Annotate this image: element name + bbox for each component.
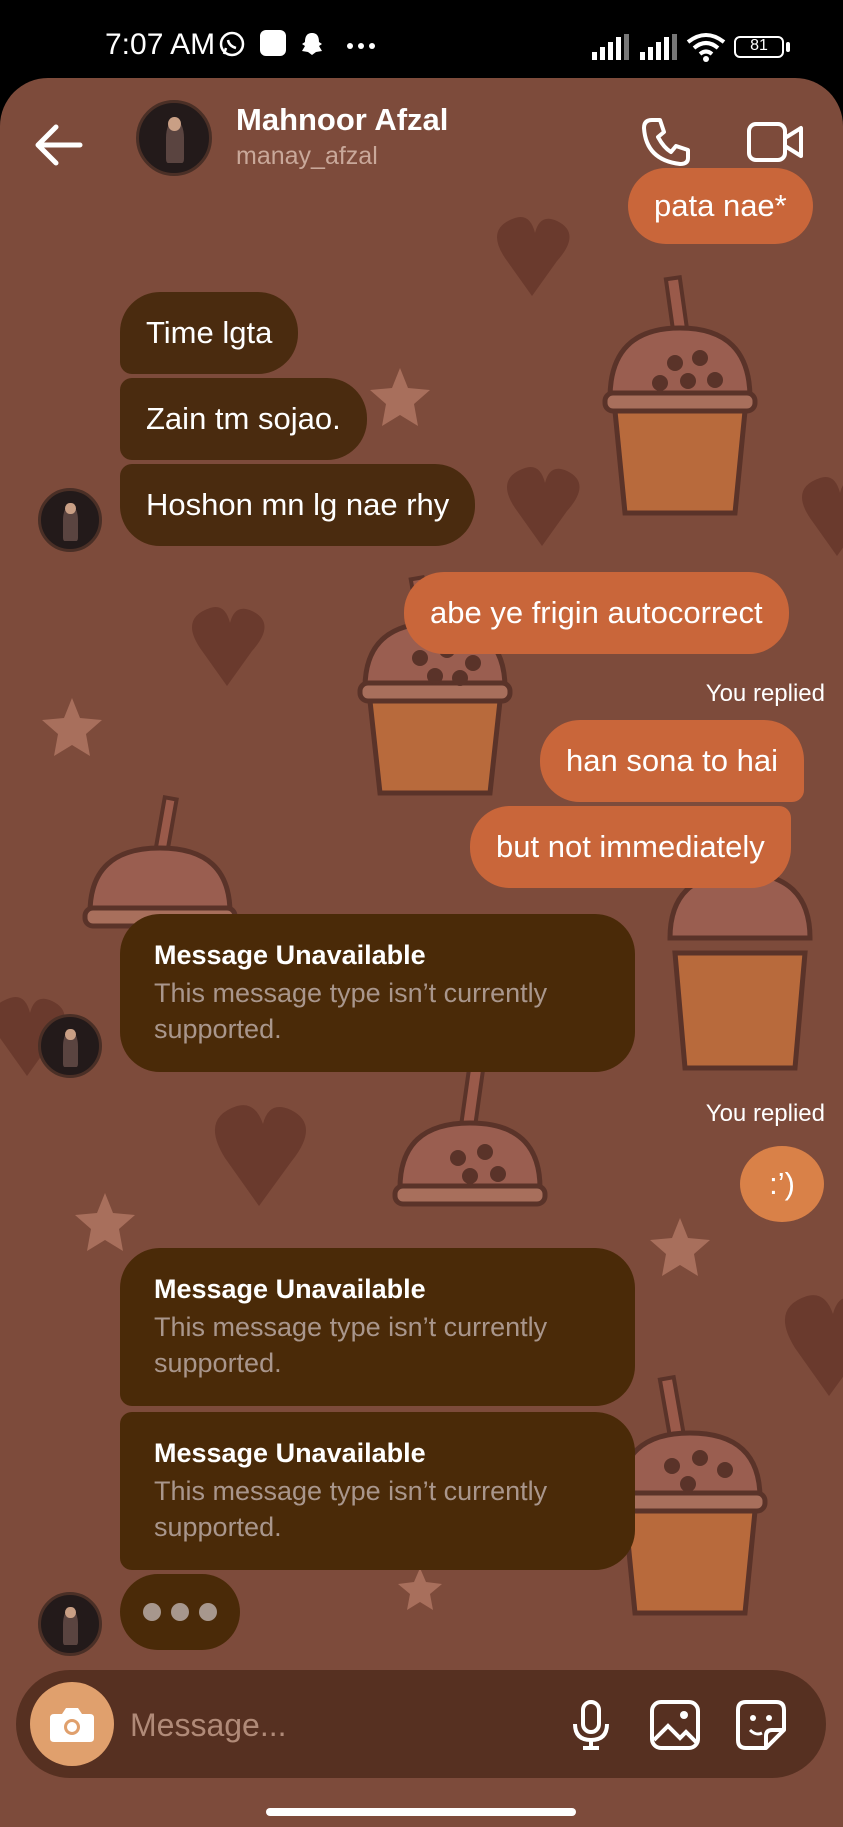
signal-icon [640, 34, 677, 60]
microphone-icon[interactable] [564, 1698, 618, 1752]
unavailable-description: This message type isn’t currently suppor… [154, 1312, 548, 1378]
typing-dot [143, 1603, 161, 1621]
back-arrow-icon[interactable] [30, 120, 90, 170]
unavailable-description: This message type isn’t currently suppor… [154, 978, 548, 1044]
wifi-icon [686, 33, 726, 62]
sender-avatar[interactable] [38, 1592, 102, 1656]
boba-sticker [667, 870, 813, 1071]
unavailable-title: Message Unavailable [154, 1438, 426, 1468]
snapchat-icon [302, 33, 322, 55]
message-input[interactable] [128, 1696, 562, 1754]
unavailable-message[interactable]: Message Unavailable This message type is… [120, 1412, 635, 1570]
typing-indicator [120, 1574, 240, 1650]
sent-message[interactable]: abe ye frigin autocorrect [404, 572, 789, 654]
more-dots-icon [347, 43, 375, 49]
battery-tip [786, 42, 790, 52]
unavailable-message[interactable]: Message Unavailable This message type is… [120, 1248, 635, 1406]
unavailable-message[interactable]: Message Unavailable This message type is… [120, 914, 635, 1072]
camera-button[interactable] [30, 1682, 114, 1766]
battery-level: 81 [750, 37, 768, 54]
boba-sticker [82, 795, 238, 929]
app-icon [260, 30, 286, 56]
signal-icon [592, 34, 629, 60]
unavailable-title: Message Unavailable [154, 1274, 426, 1304]
boba-sticker [392, 1065, 548, 1207]
video-camera-icon[interactable] [746, 116, 804, 168]
sent-message[interactable]: but not immediately [470, 806, 791, 888]
received-message[interactable]: Zain tm sojao. [120, 378, 367, 460]
sent-message[interactable]: pata nae* [628, 168, 813, 244]
sent-message[interactable]: han sona to hai [540, 720, 805, 802]
status-time: 7:07 AM [105, 28, 216, 61]
sticker-icon[interactable] [734, 1698, 788, 1752]
sent-message[interactable]: :’) [740, 1146, 824, 1222]
status-bar: 7:07 AM 81 [0, 0, 843, 80]
battery-icon: 81 [734, 36, 784, 58]
message-composer [16, 1670, 826, 1778]
contact-username[interactable]: manay_afzal [236, 142, 378, 171]
sender-avatar[interactable] [38, 1014, 102, 1078]
contact-name[interactable]: Mahnoor Afzal [236, 102, 448, 138]
whatsapp-icon [219, 31, 245, 57]
boba-sticker [612, 1374, 768, 1616]
gallery-icon[interactable] [648, 1698, 702, 1752]
contact-avatar[interactable] [136, 100, 212, 176]
typing-dot [199, 1603, 217, 1621]
reply-label: You replied [705, 680, 825, 707]
received-message[interactable]: Time lgta [120, 292, 299, 374]
phone-icon[interactable] [640, 116, 692, 168]
home-indicator[interactable] [266, 1808, 576, 1816]
received-message[interactable]: Hoshon mn lg nae rhy [120, 464, 476, 546]
unavailable-title: Message Unavailable [154, 940, 426, 970]
boba-sticker [602, 275, 758, 516]
typing-dot [171, 1603, 189, 1621]
sender-avatar[interactable] [38, 488, 102, 552]
camera-icon [50, 1708, 94, 1742]
unavailable-description: This message type isn’t currently suppor… [154, 1476, 548, 1542]
reply-label: You replied [705, 1100, 825, 1127]
chat-screen: Mahnoor Afzal manay_afzal pata nae* Time… [0, 78, 843, 1827]
